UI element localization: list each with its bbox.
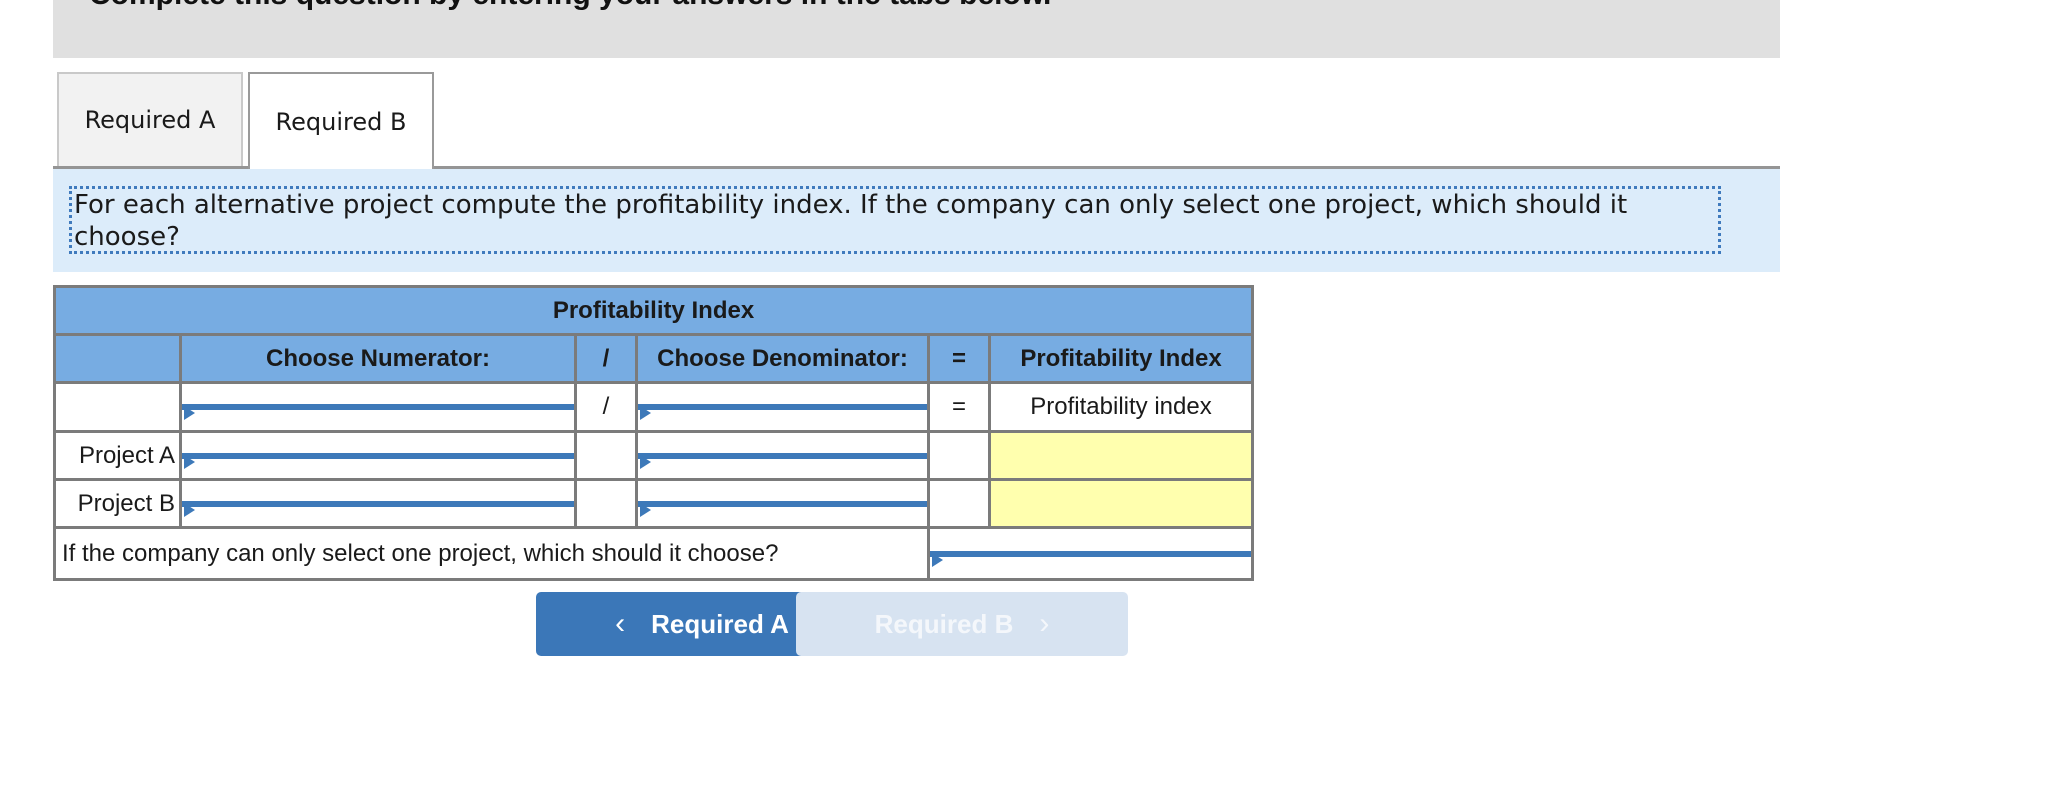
chevron-right-icon: › <box>1039 607 1050 640</box>
formula-divide: / <box>574 381 638 433</box>
project-a-denominator-input[interactable] <box>638 452 927 469</box>
tab-bar: Required A Required B <box>53 72 1780 169</box>
banner-text: Complete this question by entering your … <box>89 0 1051 12</box>
project-a-result <box>988 430 1254 481</box>
project-a-numerator-input[interactable] <box>182 452 574 469</box>
formula-numerator-dropdown[interactable] <box>182 404 574 420</box>
next-button-label: Required B <box>874 608 1014 639</box>
row-label: Project A <box>53 430 182 481</box>
header-numerator: Choose Numerator: <box>179 333 577 384</box>
formula-row: / = Profitability index <box>53 381 1254 433</box>
chevron-left-icon: ‹ <box>615 607 626 640</box>
question-text: If the company can only select one proje… <box>53 526 930 581</box>
project-b-result <box>988 478 1254 529</box>
header-blank <box>53 333 182 384</box>
formula-equals: = <box>927 381 991 433</box>
prev-button-label: Required A <box>651 608 789 639</box>
row-label: Project B <box>53 478 182 529</box>
profitability-index-table: Profitability Index Choose Numerator: / … <box>53 285 1254 581</box>
project-b-denominator-input[interactable] <box>638 500 927 517</box>
project-choice-dropdown[interactable] <box>930 550 1251 567</box>
instruction-panel: For each alternative project compute the… <box>53 169 1780 272</box>
project-b-numerator-input[interactable] <box>182 500 574 517</box>
divide-blank <box>574 430 638 481</box>
formula-label <box>53 381 182 433</box>
formula-result-label: Profitability index <box>988 381 1254 433</box>
table-row: Project A <box>53 430 1254 481</box>
table-row: Project B <box>53 478 1254 529</box>
instructions-banner: Complete this question by entering your … <box>53 0 1780 58</box>
tab-required-a[interactable]: Required A <box>57 72 243 166</box>
equals-blank <box>927 478 991 529</box>
instruction-text: For each alternative project compute the… <box>69 186 1721 254</box>
divide-blank <box>574 478 638 529</box>
next-required-b-button[interactable]: Required B › <box>796 592 1128 656</box>
question-row: If the company can only select one proje… <box>53 526 1254 581</box>
formula-numerator-cell <box>179 381 577 433</box>
header-denominator: Choose Denominator: <box>635 333 930 384</box>
tab-required-b[interactable]: Required B <box>248 72 434 169</box>
header-equals: = <box>927 333 991 384</box>
table-title: Profitability Index <box>53 285 1254 336</box>
equals-blank <box>927 430 991 481</box>
header-result: Profitability Index <box>988 333 1254 384</box>
header-divide: / <box>574 333 638 384</box>
formula-denominator-dropdown[interactable] <box>638 404 927 420</box>
formula-denominator-cell <box>635 381 930 433</box>
